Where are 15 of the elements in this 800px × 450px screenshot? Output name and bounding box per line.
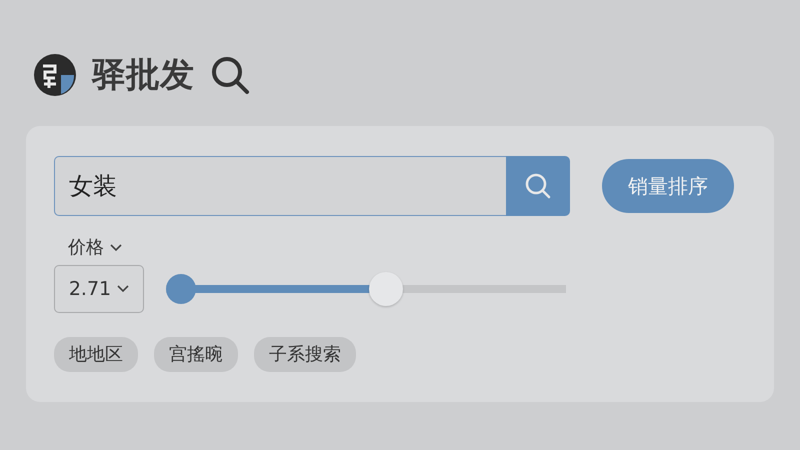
tag-chip[interactable]: 子系搜索 [254, 337, 356, 372]
chevron-icon [110, 244, 122, 252]
search-icon[interactable] [210, 55, 250, 95]
tag-chip[interactable]: 宫搖晼 [154, 337, 238, 372]
price-label[interactable]: 价格 [68, 234, 104, 261]
chevron-icon [117, 285, 130, 293]
logo-icon [34, 54, 76, 96]
search-button[interactable] [506, 156, 570, 216]
search-field[interactable]: 女装 [54, 156, 506, 216]
search-icon [523, 171, 553, 201]
price-dropdown[interactable]: 2.71 [54, 265, 144, 313]
app-title: 驿批发 [92, 58, 194, 92]
slider-min-handle[interactable] [166, 274, 196, 304]
slider-thumb[interactable] [369, 272, 403, 306]
tag-chip[interactable]: 地地区 [54, 337, 138, 372]
